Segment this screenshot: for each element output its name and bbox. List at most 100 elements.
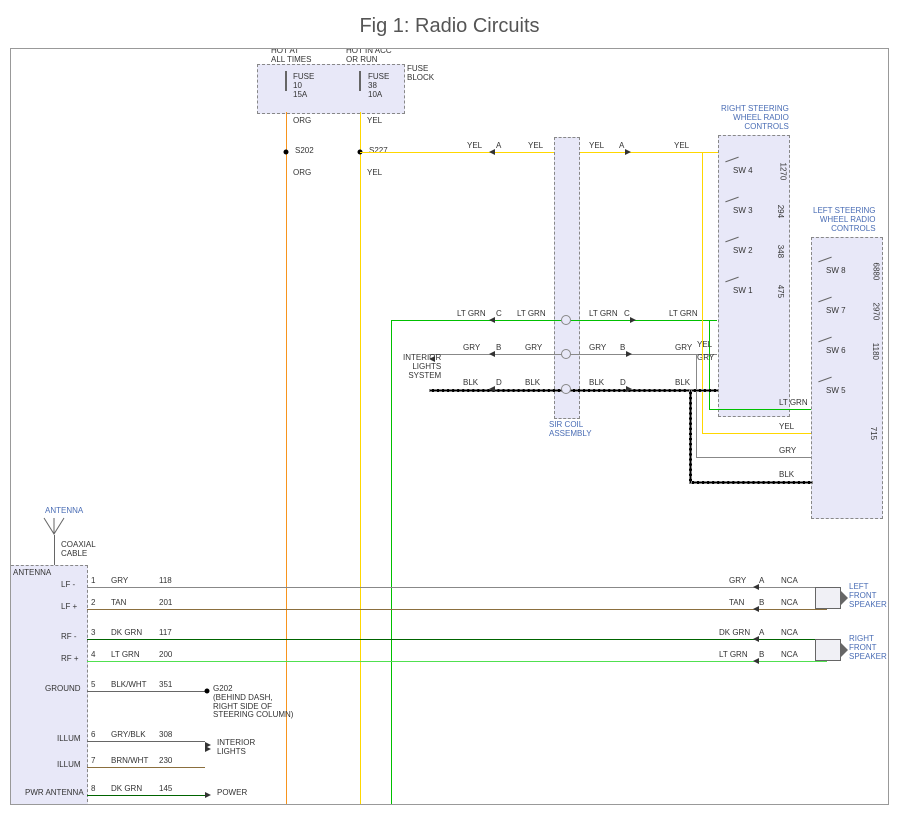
lf-a: A <box>759 577 764 586</box>
fuse2-header: HOT IN ACC OR RUN <box>346 48 392 65</box>
arr-lf-tan <box>753 606 759 612</box>
fuse2-name: FUSE 38 10A <box>368 73 389 99</box>
arr-rf-dk <box>753 636 759 642</box>
fuse1-name: FUSE 10 15A <box>293 73 314 99</box>
res294: 294 <box>775 205 784 218</box>
wire-blk-h <box>429 389 719 392</box>
sw6: SW 6 <box>826 347 846 356</box>
gnd-num: 351 <box>159 681 172 690</box>
res2970: 2970 <box>871 303 880 321</box>
wire-rf-ltgrn <box>87 661 827 662</box>
arr-rf-lt <box>753 658 759 664</box>
gnd-color: BLK/WHT <box>111 681 147 690</box>
g202-dot <box>205 689 210 694</box>
yel-a1: YEL <box>467 142 482 151</box>
lfp-pin: 2 <box>91 599 95 608</box>
rf-a: A <box>759 629 764 638</box>
sw1: SW 1 <box>733 287 753 296</box>
wire-blk-v2 <box>689 389 692 484</box>
wire-ltgrn-h2 <box>709 409 811 410</box>
res475: 475 <box>775 285 784 298</box>
conn-a2: A <box>619 142 624 151</box>
pwr-color: DK GRN <box>111 785 142 794</box>
res715: 715 <box>868 427 877 440</box>
yel-below: YEL <box>697 341 712 350</box>
lf-nca1: NCA <box>781 577 798 586</box>
left-speaker-label: LEFT FRONT SPEAKER <box>849 583 887 609</box>
wire-gry-h <box>429 354 717 355</box>
gry-below: GRY <box>697 354 714 363</box>
lfp-color: TAN <box>111 599 126 608</box>
rf-color: DK GRN <box>111 629 142 638</box>
lf-color: GRY <box>111 577 128 586</box>
res6880: 6880 <box>871 263 880 281</box>
conn-d2: D <box>620 379 626 388</box>
wire-org-label1: ORG <box>293 117 311 126</box>
wire-yel-h2 <box>702 433 811 434</box>
rfp-b: B <box>759 651 764 660</box>
conn-a1: A <box>496 142 501 151</box>
wiring-diagram: FUSE BLOCK HOT AT ALL TIMES HOT IN ACC O… <box>11 49 888 804</box>
conn-b1: B <box>496 344 501 353</box>
conn-b2: B <box>620 344 625 353</box>
wire-pwr <box>87 795 205 796</box>
power-label: POWER <box>217 789 247 798</box>
illum2-num: 230 <box>159 757 172 766</box>
sw5: SW 5 <box>826 387 846 396</box>
gnd-label: GROUND <box>45 685 81 694</box>
arr-yel-2 <box>625 149 631 155</box>
rfp-label: RF + <box>61 655 79 664</box>
lfp-b: B <box>759 599 764 608</box>
arr-blk-1 <box>489 386 495 392</box>
res348: 348 <box>775 245 784 258</box>
illum1-label: ILLUM <box>57 735 81 744</box>
conn-c2: C <box>624 310 630 319</box>
s202-label: S202 <box>295 147 314 156</box>
wire-yel-label2: YEL <box>367 169 382 178</box>
wire-yel-h1 <box>360 152 718 153</box>
sir-conn-c <box>561 315 571 325</box>
arr-gry-1 <box>489 351 495 357</box>
arr-ltgrn-1 <box>489 317 495 323</box>
illum1-num: 308 <box>159 731 172 740</box>
blk-d1: BLK <box>463 379 478 388</box>
wire-blk-h2 <box>689 481 813 484</box>
sir-coil <box>554 137 580 419</box>
wire-yel-v <box>360 112 361 804</box>
ltgrn-c4: LT GRN <box>669 310 698 319</box>
blk-d3: BLK <box>589 379 604 388</box>
pwr-pin: 8 <box>91 785 95 794</box>
res1270: 1270 <box>778 163 787 181</box>
wire-lf-gry <box>87 587 827 588</box>
wire-ltgrn-h <box>391 320 717 321</box>
ltgrn-c2: LT GRN <box>517 310 546 319</box>
ltgrn-c1: LT GRN <box>457 310 486 319</box>
illum1-color: GRY/BLK <box>111 731 146 740</box>
blk-br: BLK <box>779 471 794 480</box>
radio-antenna-label: ANTENNA <box>13 569 51 578</box>
yel-a4: YEL <box>674 142 689 151</box>
figure-title: Fig 1: Radio Circuits <box>0 0 899 48</box>
sw8: SW 8 <box>826 267 846 276</box>
rf-pin: 3 <box>91 629 95 638</box>
lf-label: LF - <box>61 581 75 590</box>
rfp-ltgrn-r: LT GRN <box>719 651 748 660</box>
lfp-label: LF + <box>61 603 77 612</box>
sw3: SW 3 <box>733 207 753 216</box>
gry-b1: GRY <box>463 344 480 353</box>
wire-lf-tan <box>87 609 827 610</box>
lfp-num: 201 <box>159 599 172 608</box>
fuse2-icon <box>359 71 361 91</box>
illum2-pin: 7 <box>91 757 95 766</box>
rfp-num: 200 <box>159 651 172 660</box>
fuse1-icon <box>285 71 287 91</box>
right-speaker-icon <box>815 639 841 661</box>
wire-ground <box>87 691 207 692</box>
blk-d2: BLK <box>525 379 540 388</box>
rf-dkgrn-r: DK GRN <box>719 629 750 638</box>
yel-br: YEL <box>779 423 794 432</box>
rfp-pin: 4 <box>91 651 95 660</box>
lfp-tan-r: TAN <box>729 599 744 608</box>
wire-gry-h2 <box>696 457 811 458</box>
wire-ltgrn-v2 <box>709 320 710 410</box>
